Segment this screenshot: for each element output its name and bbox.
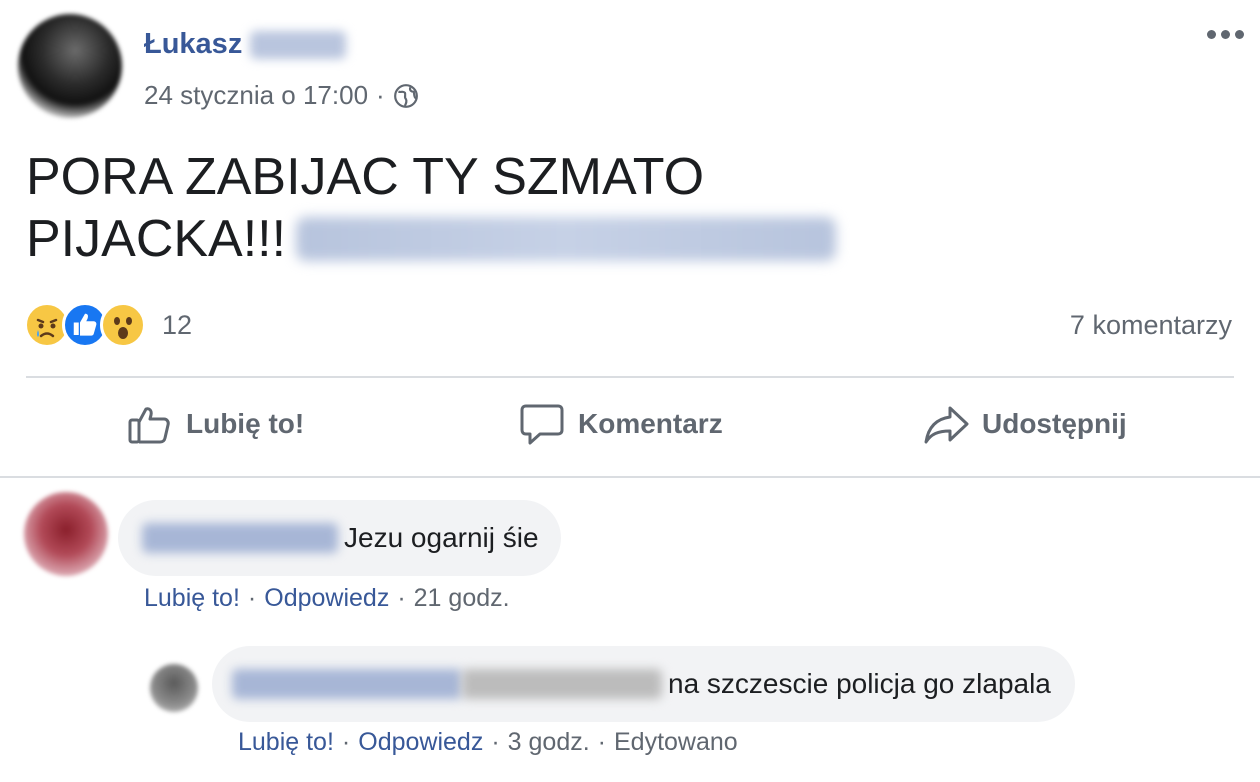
separator: · <box>247 584 257 612</box>
reply-like-link[interactable]: Lubię to! <box>238 728 334 757</box>
reply-author-blurred[interactable] <box>232 669 462 699</box>
post-meta: 24 stycznia o 17:00 · <box>144 80 419 111</box>
post-body: PORA ZABIJAC TY SZMATO PIJACKA!!! <box>26 146 1126 270</box>
author-surname-blurred <box>250 30 347 59</box>
reactions-summary[interactable]: 12 <box>24 302 192 348</box>
post-text-line2: PIJACKA!!! <box>26 210 287 268</box>
thumbs-up-icon <box>128 407 170 444</box>
share-button-label: Udostępnij <box>982 408 1127 439</box>
commenter-avatar[interactable] <box>24 492 108 576</box>
comment-like-link[interactable]: Lubię to! <box>144 584 240 613</box>
reply-bubble: na szczescie policja go zlapala <box>212 646 1075 722</box>
separator: · <box>397 584 406 612</box>
author-name[interactable]: Łukasz <box>144 28 242 61</box>
reply-text: na szczescie policja go zlapala <box>668 668 1051 699</box>
comment-bubble: Jezu ogarnij śie <box>118 500 561 576</box>
share-button[interactable]: Udostępnij <box>922 400 1127 448</box>
reactions-count[interactable]: 12 <box>162 310 192 341</box>
comments-count[interactable]: 7 komentarzy <box>1070 310 1232 341</box>
divider <box>0 476 1260 478</box>
divider <box>26 376 1234 378</box>
like-button[interactable]: Lubię to! <box>126 400 304 448</box>
comment-time[interactable]: 21 godz. <box>414 584 510 613</box>
comment-bubble-icon <box>520 404 564 445</box>
comment-button-label: Komentarz <box>578 408 723 439</box>
reply-time[interactable]: 3 godz. <box>508 728 590 757</box>
reply-reply-link[interactable]: Odpowiedz <box>358 728 483 757</box>
reply-avatar[interactable] <box>150 664 198 712</box>
comment-reply-link[interactable]: Odpowiedz <box>264 584 389 613</box>
author-row: Łukasz <box>144 28 347 61</box>
tagged-person-blurred[interactable] <box>296 217 837 261</box>
comment-text: Jezu ogarnij śie <box>344 522 539 553</box>
globe-icon[interactable] <box>393 83 419 109</box>
commenter-name-blurred[interactable] <box>142 523 338 553</box>
comment-button[interactable]: Komentarz <box>518 400 723 448</box>
more-options-icon[interactable] <box>1207 30 1244 39</box>
edited-label[interactable]: Edytowano <box>614 728 738 757</box>
reply-actions: Lubię to! · Odpowiedz · 3 godz. · Edytow… <box>238 728 738 757</box>
author-avatar[interactable] <box>18 14 122 118</box>
meta-separator: · <box>376 80 385 110</box>
separator: · <box>341 728 351 756</box>
reply-mention-blurred[interactable] <box>462 669 662 699</box>
post-timestamp[interactable]: 24 stycznia o 17:00 <box>144 80 368 111</box>
wow-reaction-icon <box>100 302 146 348</box>
comment-actions: Lubię to! · Odpowiedz · 21 godz. <box>144 584 510 613</box>
share-arrow-icon <box>924 406 969 444</box>
post-text-line1: PORA ZABIJAC TY SZMATO <box>26 148 705 206</box>
separator: · <box>597 728 606 756</box>
like-button-label: Lubię to! <box>186 408 305 439</box>
separator: · <box>491 728 500 756</box>
post-text-line2-row: PIJACKA!!! <box>26 208 1126 270</box>
